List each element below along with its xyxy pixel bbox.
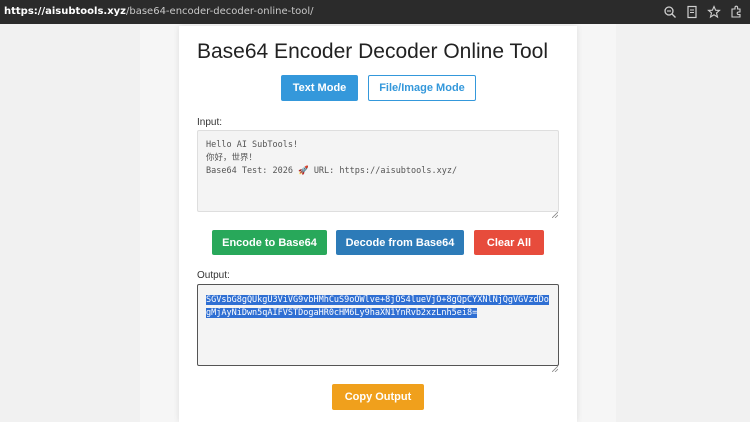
resize-handle-icon[interactable] <box>551 359 559 373</box>
encode-button[interactable]: Encode to Base64 <box>212 230 327 255</box>
input-textarea[interactable]: Hello AI SubTools! 你好，世界！ Base64 Test: 2… <box>197 130 559 212</box>
text-mode-button[interactable]: Text Mode <box>281 75 358 101</box>
output-label: Output: <box>197 270 230 281</box>
extensions-icon[interactable] <box>728 4 744 20</box>
zoom-icon[interactable] <box>662 4 678 20</box>
clear-all-button[interactable]: Clear All <box>474 230 544 255</box>
star-icon[interactable] <box>706 4 722 20</box>
browser-icons <box>662 2 744 22</box>
input-label: Input: <box>197 117 223 128</box>
file-image-mode-button[interactable]: File/Image Mode <box>368 75 476 101</box>
output-textarea[interactable]: SGVsbG8gQUkgU3ViVG9vbHMhCuS9oOWlve+8jOS4… <box>197 284 559 366</box>
output-selected-text: SGVsbG8gQUkgU3ViVG9vbHMhCuS9oOWlve+8jOS4… <box>206 295 549 318</box>
page-title: Base64 Encoder Decoder Online Tool <box>197 40 549 63</box>
browser-toolbar: https://aisubtools.xyz/base64-encoder-de… <box>0 0 750 24</box>
decode-button[interactable]: Decode from Base64 <box>336 230 464 255</box>
copy-output-button[interactable]: Copy Output <box>332 384 424 410</box>
address-bar[interactable]: https://aisubtools.xyz/base64-encoder-de… <box>0 3 668 21</box>
url-path: /base64-encoder-decoder-online-tool/ <box>126 6 314 17</box>
url-host: https://aisubtools.xyz <box>4 6 126 17</box>
reader-icon[interactable] <box>684 4 700 20</box>
resize-handle-icon[interactable] <box>551 205 559 219</box>
